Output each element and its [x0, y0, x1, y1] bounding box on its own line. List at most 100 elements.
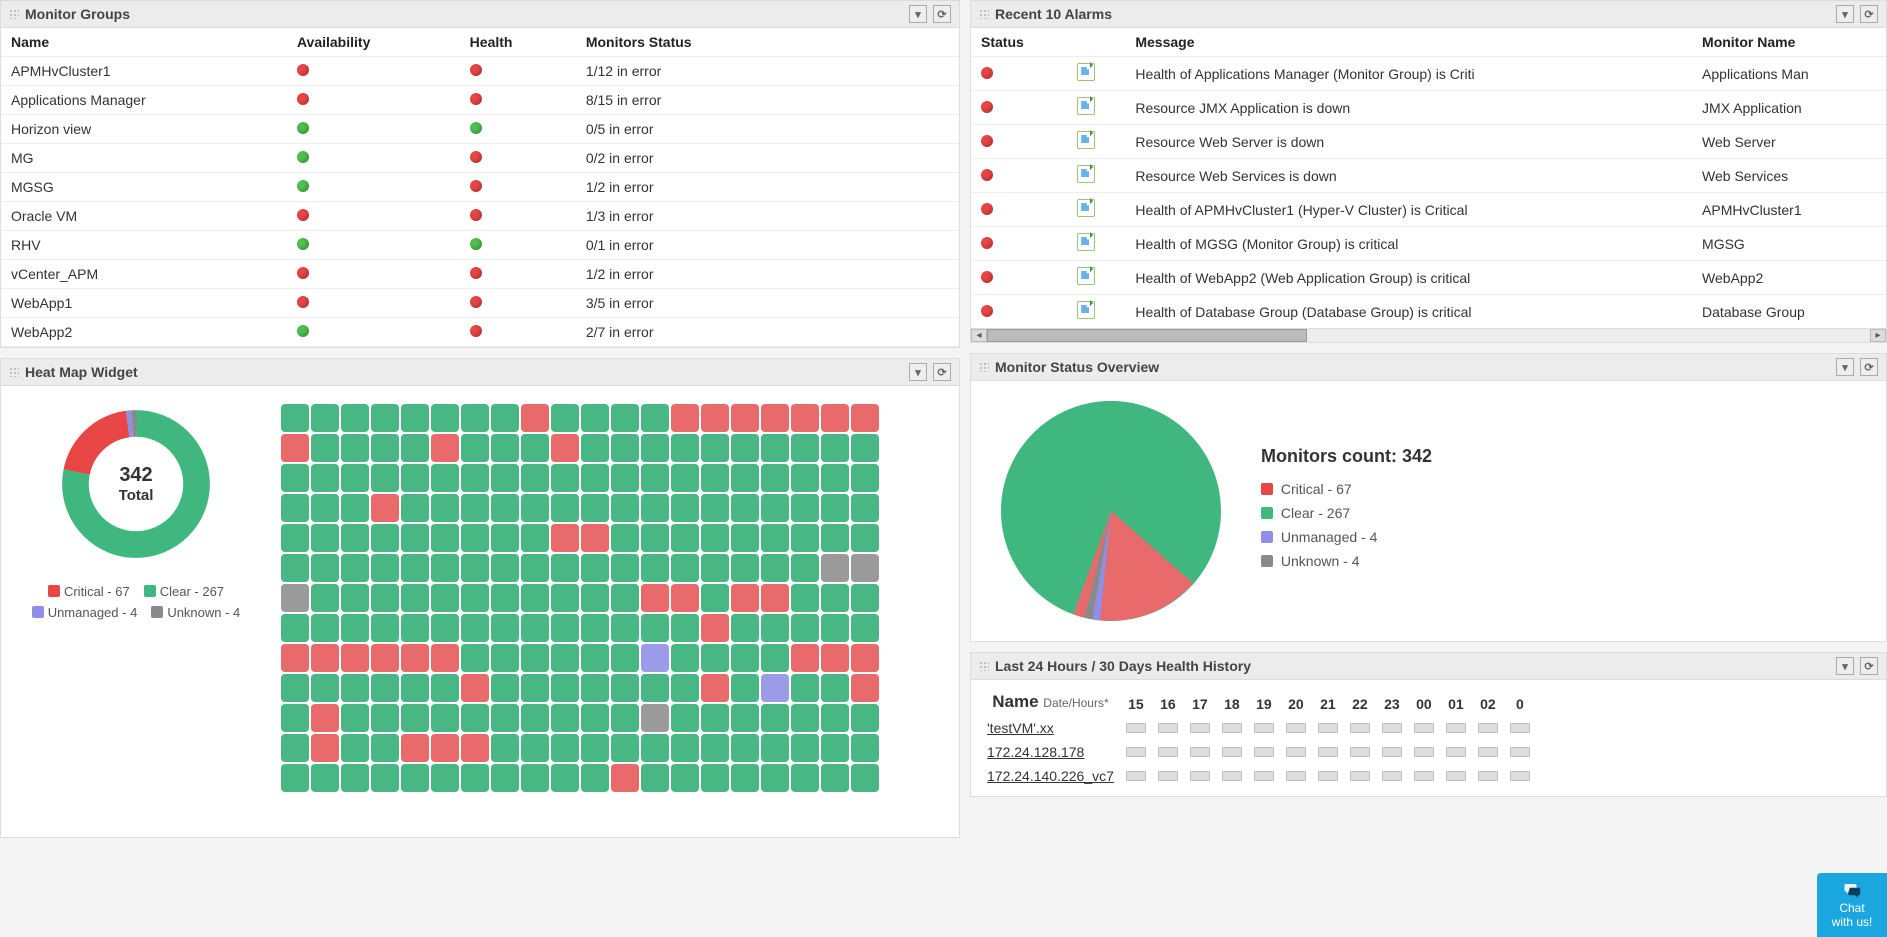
- drag-handle-icon[interactable]: [979, 9, 989, 19]
- heatmap-cell[interactable]: [791, 614, 819, 642]
- heatmap-cell[interactable]: [491, 434, 519, 462]
- heatmap-cell[interactable]: [761, 614, 789, 642]
- heatmap-cell[interactable]: [581, 464, 609, 492]
- heatmap-cell[interactable]: [401, 734, 429, 762]
- heatmap-cell[interactable]: [521, 614, 549, 642]
- heatmap-cell[interactable]: [731, 764, 759, 792]
- heatmap-cell[interactable]: [311, 704, 339, 732]
- heatmap-cell[interactable]: [641, 644, 669, 672]
- drag-handle-icon[interactable]: [9, 367, 19, 377]
- heatmap-cell[interactable]: [761, 644, 789, 672]
- heatmap-cell[interactable]: [551, 674, 579, 702]
- heatmap-cell[interactable]: [461, 404, 489, 432]
- table-row[interactable]: Resource Web Services is downWeb Service…: [971, 159, 1886, 193]
- heatmap-cell[interactable]: [581, 404, 609, 432]
- heatmap-cell[interactable]: [461, 584, 489, 612]
- heatmap-cell[interactable]: [611, 644, 639, 672]
- cell-monitor[interactable]: Database Group: [1692, 295, 1886, 329]
- heatmap-cell[interactable]: [371, 764, 399, 792]
- cell-name[interactable]: RHV: [1, 231, 287, 260]
- heatmap-cell[interactable]: [821, 734, 849, 762]
- table-row[interactable]: 'testVM'.xx: [981, 716, 1536, 740]
- heatmap-cell[interactable]: [851, 524, 879, 552]
- heatmap-cell[interactable]: [791, 494, 819, 522]
- heatmap-cell[interactable]: [671, 524, 699, 552]
- heatmap-cell[interactable]: [581, 614, 609, 642]
- heatmap-cell[interactable]: [791, 464, 819, 492]
- heatmap-cell[interactable]: [461, 704, 489, 732]
- refresh-icon[interactable]: ⟳: [933, 5, 951, 23]
- heatmap-cell[interactable]: [521, 464, 549, 492]
- heatmap-cell[interactable]: [551, 614, 579, 642]
- heatmap-cell[interactable]: [641, 494, 669, 522]
- heatmap-cell[interactable]: [671, 614, 699, 642]
- heatmap-cell[interactable]: [731, 464, 759, 492]
- heatmap-cell[interactable]: [491, 404, 519, 432]
- heatmap-cell[interactable]: [371, 404, 399, 432]
- heatmap-cell[interactable]: [341, 404, 369, 432]
- heatmap-cell[interactable]: [521, 494, 549, 522]
- dropdown-icon[interactable]: ▾: [1836, 358, 1854, 376]
- widget-header[interactable]: Monitor Status Overview ▾ ⟳: [971, 354, 1886, 381]
- cell-monitor[interactable]: Web Services: [1692, 159, 1886, 193]
- widget-header[interactable]: Monitor Groups ▾ ⟳: [1, 1, 959, 28]
- heatmap-cell[interactable]: [791, 734, 819, 762]
- heatmap-cell[interactable]: [821, 764, 849, 792]
- heatmap-cell[interactable]: [341, 584, 369, 612]
- heatmap-cell[interactable]: [341, 674, 369, 702]
- heatmap-cell[interactable]: [701, 434, 729, 462]
- heatmap-cell[interactable]: [521, 764, 549, 792]
- table-row[interactable]: MG0/2 in error: [1, 144, 959, 173]
- heatmap-cell[interactable]: [701, 524, 729, 552]
- table-row[interactable]: Resource JMX Application is downJMX Appl…: [971, 91, 1886, 125]
- heatmap-cell[interactable]: [851, 464, 879, 492]
- heatmap-cell[interactable]: [581, 494, 609, 522]
- heatmap-cell[interactable]: [641, 734, 669, 762]
- cell-message[interactable]: Health of MGSG (Monitor Group) is critic…: [1125, 227, 1692, 261]
- cell-name[interactable]: WebApp1: [1, 289, 287, 318]
- heatmap-cell[interactable]: [491, 614, 519, 642]
- refresh-icon[interactable]: ⟳: [1860, 657, 1878, 675]
- heatmap-cell[interactable]: [731, 404, 759, 432]
- heatmap-cell[interactable]: [371, 434, 399, 462]
- heatmap-cell[interactable]: [491, 464, 519, 492]
- heatmap-cell[interactable]: [611, 494, 639, 522]
- heatmap-cell[interactable]: [461, 434, 489, 462]
- heatmap-cell[interactable]: [311, 764, 339, 792]
- cell-message[interactable]: Resource Web Server is down: [1125, 125, 1692, 159]
- heatmap-cell[interactable]: [611, 434, 639, 462]
- heatmap-cell[interactable]: [371, 524, 399, 552]
- heatmap-cell[interactable]: [581, 644, 609, 672]
- heatmap-cell[interactable]: [761, 524, 789, 552]
- heatmap-cell[interactable]: [761, 674, 789, 702]
- heatmap-cell[interactable]: [581, 734, 609, 762]
- heatmap-cell[interactable]: [281, 554, 309, 582]
- heatmap-cell[interactable]: [611, 584, 639, 612]
- heatmap-cell[interactable]: [641, 704, 669, 732]
- heatmap-cell[interactable]: [791, 704, 819, 732]
- heatmap-cell[interactable]: [551, 464, 579, 492]
- cell-goto[interactable]: [1067, 261, 1125, 295]
- heatmap-cell[interactable]: [851, 674, 879, 702]
- dropdown-icon[interactable]: ▾: [909, 363, 927, 381]
- heatmap-cell[interactable]: [401, 494, 429, 522]
- heatmap-cell[interactable]: [701, 584, 729, 612]
- heatmap-cell[interactable]: [341, 764, 369, 792]
- heatmap-cell[interactable]: [431, 704, 459, 732]
- heatmap-cell[interactable]: [311, 614, 339, 642]
- table-row[interactable]: Horizon view0/5 in error: [1, 115, 959, 144]
- heatmap-cell[interactable]: [491, 674, 519, 702]
- heatmap-cell[interactable]: [821, 404, 849, 432]
- heatmap-cell[interactable]: [431, 524, 459, 552]
- heatmap-cell[interactable]: [821, 674, 849, 702]
- table-row[interactable]: Health of APMHvCluster1 (Hyper-V Cluster…: [971, 193, 1886, 227]
- heatmap-cell[interactable]: [731, 704, 759, 732]
- heatmap-cell[interactable]: [761, 404, 789, 432]
- heatmap-cell[interactable]: [851, 554, 879, 582]
- heatmap-cell[interactable]: [341, 434, 369, 462]
- heatmap-cell[interactable]: [701, 674, 729, 702]
- cell-monitor[interactable]: Applications Man: [1692, 57, 1886, 91]
- widget-header[interactable]: Last 24 Hours / 30 Days Health History ▾…: [971, 653, 1886, 680]
- heatmap-cell[interactable]: [761, 494, 789, 522]
- heatmap-cell[interactable]: [551, 734, 579, 762]
